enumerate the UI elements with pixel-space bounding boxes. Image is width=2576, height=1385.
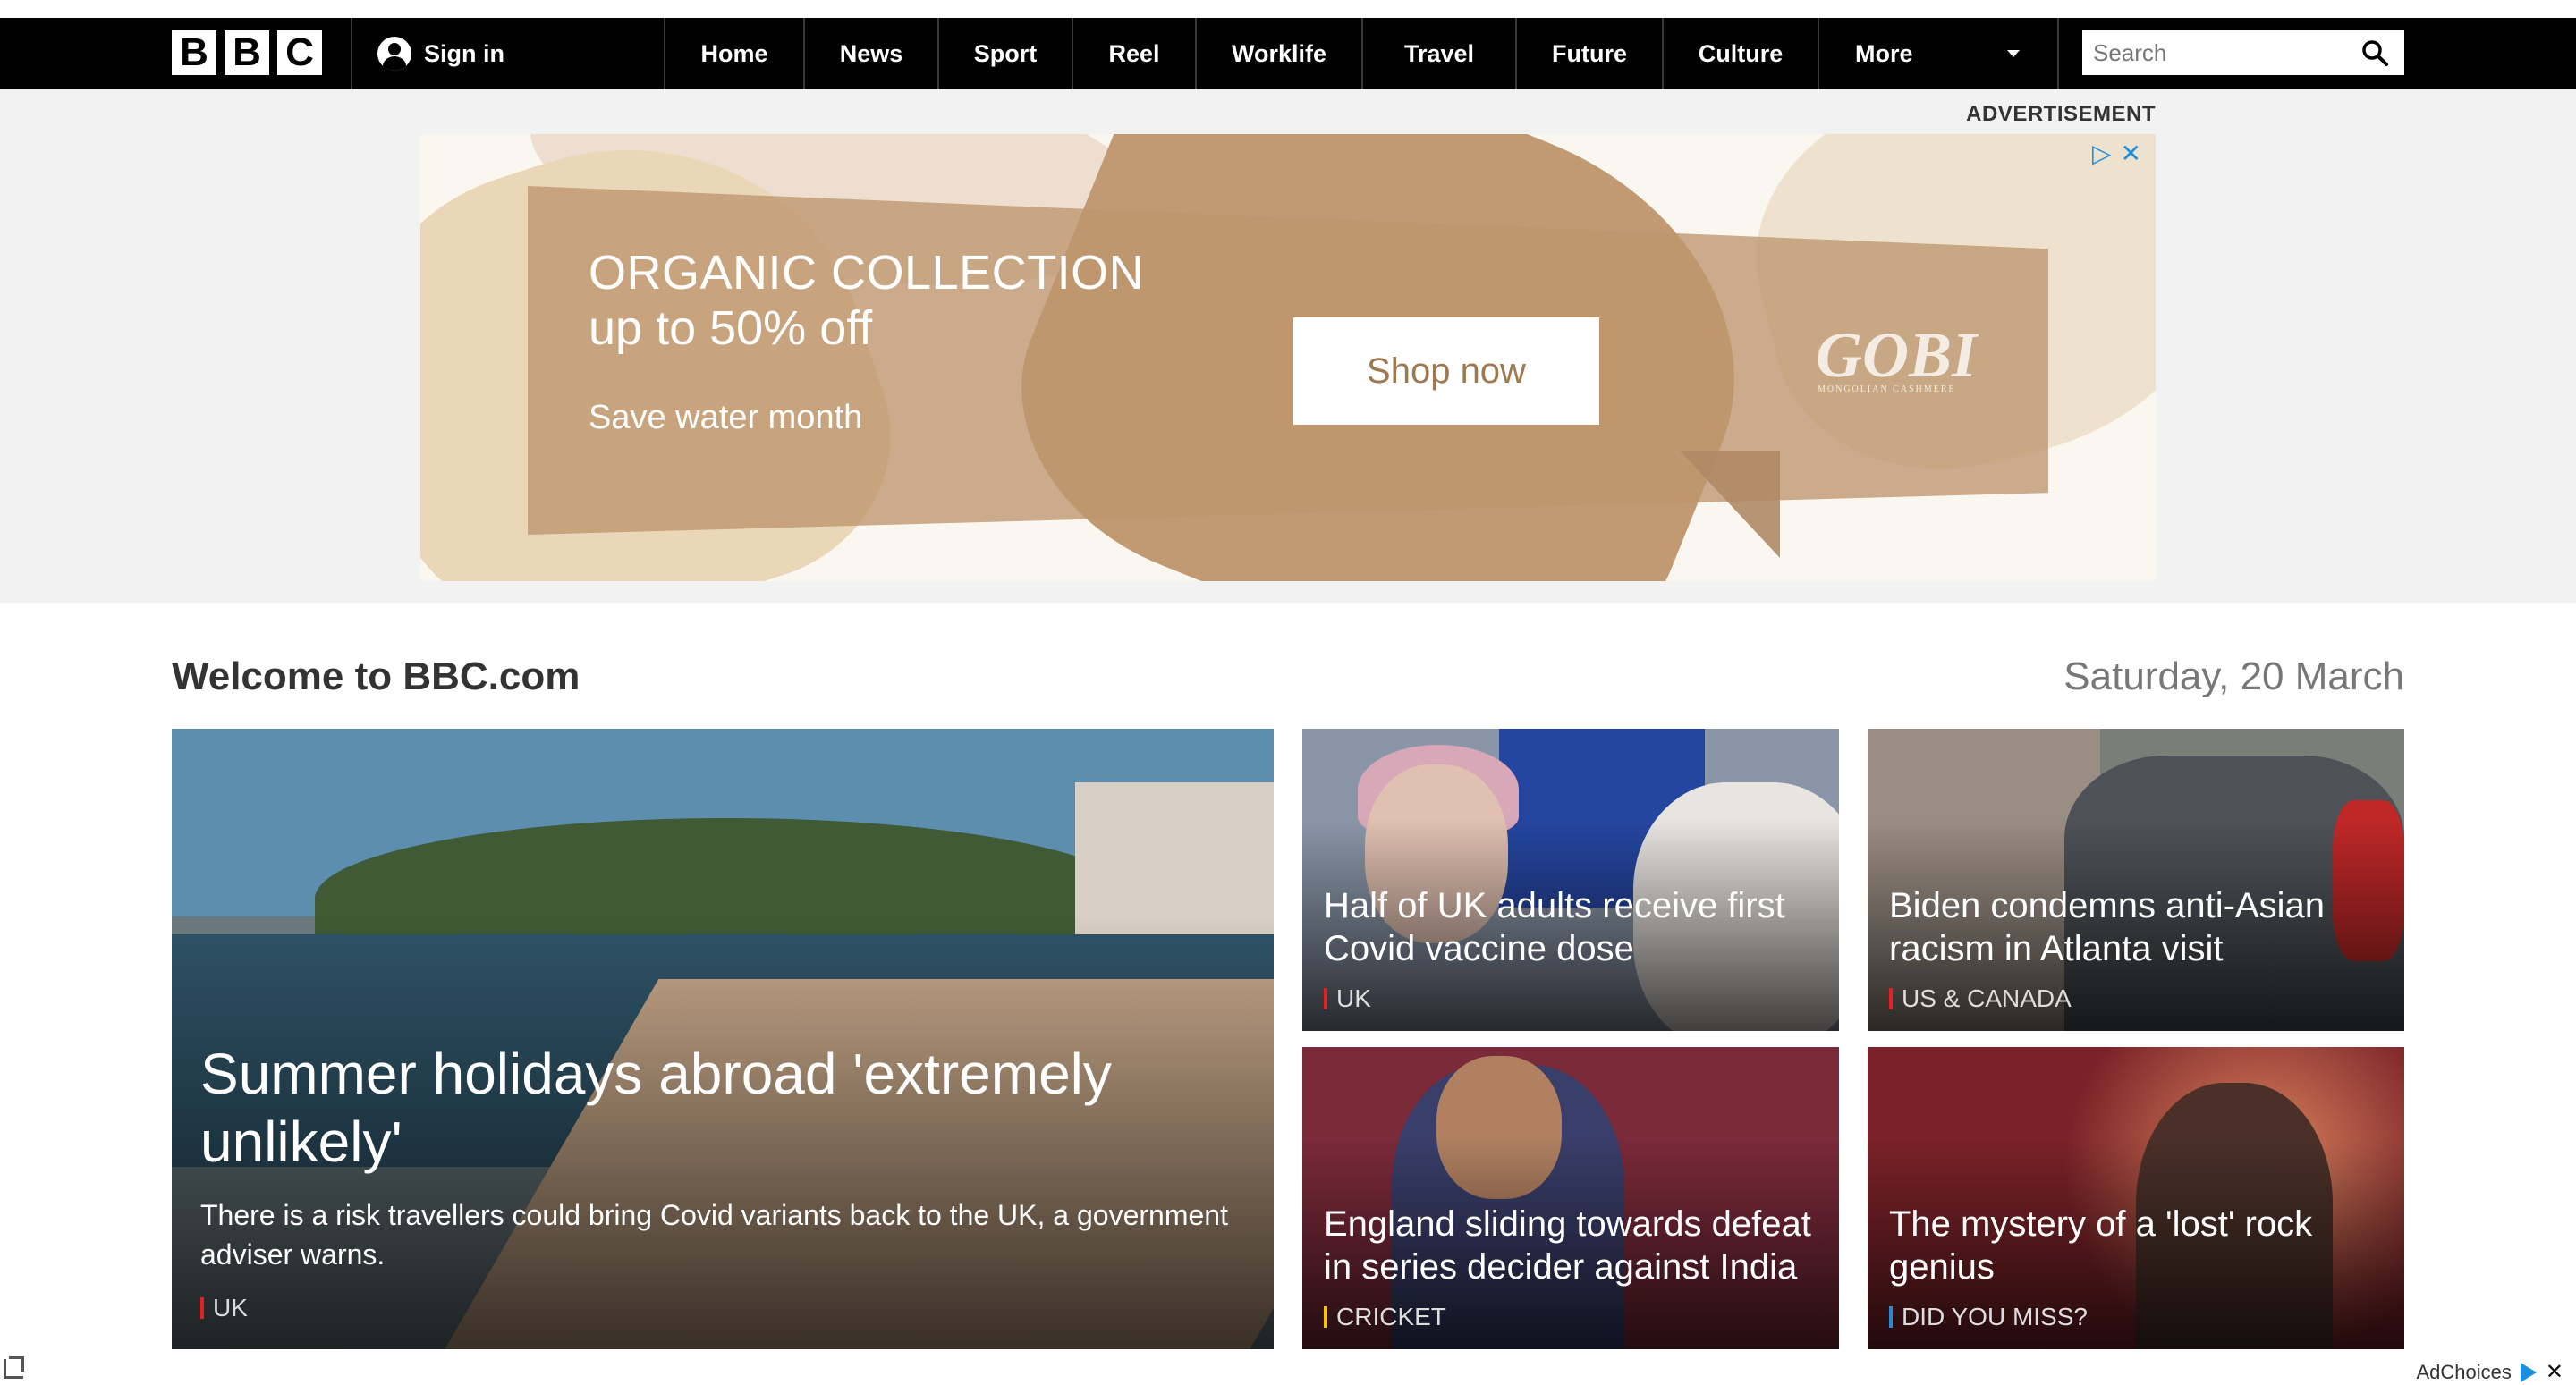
category-marker	[1889, 988, 1893, 1009]
nav-item-future[interactable]: Future	[1515, 18, 1662, 89]
story-category[interactable]: UK	[1324, 984, 1371, 1013]
logo-letter: B	[225, 30, 269, 75]
nav-item-home[interactable]: Home	[664, 18, 803, 89]
current-date: Saturday, 20 March	[2063, 654, 2404, 698]
logo-letter: B	[172, 30, 216, 75]
story-card-vaccine[interactable]: Half of UK adults receive first Covid va…	[1302, 729, 1839, 1031]
nav-item-more[interactable]: More	[1818, 18, 2059, 89]
advertisement-banner[interactable]: ORGANIC COLLECTION up to 50% off Save wa…	[420, 134, 2156, 581]
ad-headline: ORGANIC COLLECTION	[589, 246, 1145, 300]
category-marker	[1324, 988, 1327, 1009]
close-icon[interactable]: ✕	[2546, 1359, 2563, 1385]
adchoices-icon[interactable]: ▷	[2092, 141, 2112, 166]
story-title[interactable]: The mystery of a 'lost' rock genius	[1889, 1203, 2390, 1288]
bbc-logo[interactable]: B B C	[172, 30, 322, 75]
ad-subtext: Save water month	[589, 399, 863, 436]
nav-item-travel[interactable]: Travel	[1361, 18, 1515, 89]
advertisement-band: ADVERTISEMENT ORGANIC COLLECTION up to 5…	[0, 89, 2576, 603]
top-navigation-bar: B B C Sign in Home News Sport Reel Workl…	[0, 18, 2576, 89]
nav-item-worklife[interactable]: Worklife	[1195, 18, 1361, 89]
main-story-card[interactable]: Summer holidays abroad 'extremely unlike…	[172, 729, 1274, 1349]
main-story-summary: There is a risk travellers could bring C…	[200, 1199, 1228, 1271]
advertisement-label: ADVERTISEMENT	[1966, 102, 2156, 126]
nav-item-news[interactable]: News	[803, 18, 937, 89]
story-card-biden[interactable]: Biden condemns anti-Asian racism in Atla…	[1868, 729, 2404, 1031]
story-title[interactable]: Half of UK adults receive first Covid va…	[1324, 884, 1825, 970]
category-label: US & CANADA	[1902, 984, 2072, 1012]
main-story-title[interactable]: Summer holidays abroad 'extremely unlike…	[200, 1040, 1274, 1176]
story-category[interactable]: DID YOU MISS?	[1889, 1303, 2088, 1331]
chevron-down-icon	[2007, 50, 2020, 57]
category-label: UK	[1336, 984, 1371, 1012]
category-label: CRICKET	[1336, 1303, 1446, 1330]
nav-item-sport[interactable]: Sport	[937, 18, 1072, 89]
adchoices-label: AdChoices	[2416, 1360, 2512, 1383]
sign-in-label: Sign in	[424, 39, 504, 67]
nav-item-culture[interactable]: Culture	[1662, 18, 1818, 89]
adchoices-bar[interactable]: AdChoices ✕	[2417, 1359, 2564, 1385]
story-category[interactable]: CRICKET	[1324, 1303, 1446, 1331]
shop-now-button[interactable]: Shop now	[1293, 317, 1599, 425]
sign-in-link[interactable]: Sign in	[377, 18, 504, 89]
story-title[interactable]: England sliding towards defeat in series…	[1324, 1203, 1825, 1288]
nav-divider	[351, 18, 352, 89]
user-avatar-icon	[377, 37, 411, 71]
search-input[interactable]	[2093, 38, 2352, 67]
more-label: More	[1855, 39, 1913, 67]
category-label: DID YOU MISS?	[1902, 1303, 2088, 1330]
ad-brand-tagline: MONGOLIAN CASHMERE	[1818, 384, 1956, 394]
ad-discount: up to 50% off	[589, 301, 873, 355]
resize-corner-icon[interactable]	[4, 1356, 24, 1379]
page-title: Welcome to BBC.com	[172, 654, 580, 698]
logo-letter: C	[277, 30, 322, 75]
story-category[interactable]: UK	[200, 1294, 248, 1322]
category-marker	[1889, 1306, 1893, 1328]
close-icon[interactable]: ✕	[2121, 141, 2141, 166]
story-card-cricket[interactable]: England sliding towards defeat in series…	[1302, 1047, 1839, 1349]
ad-controls: ▷ ✕	[2092, 141, 2141, 166]
ad-brand-logo: GOBI	[1816, 319, 1978, 391]
nav-item-reel[interactable]: Reel	[1072, 18, 1195, 89]
search-icon[interactable]	[2361, 39, 2388, 66]
story-category[interactable]: US & CANADA	[1889, 984, 2072, 1013]
story-title[interactable]: Biden condemns anti-Asian racism in Atla…	[1889, 884, 2390, 970]
main-nav: Home News Sport Reel Worklife Travel Fut…	[664, 18, 2059, 89]
category-label: UK	[213, 1294, 248, 1322]
category-marker	[1324, 1306, 1327, 1328]
category-marker	[200, 1297, 204, 1319]
adchoices-icon	[2520, 1362, 2537, 1382]
search-box	[2082, 30, 2404, 75]
story-card-rock-genius[interactable]: The mystery of a 'lost' rock genius DID …	[1868, 1047, 2404, 1349]
